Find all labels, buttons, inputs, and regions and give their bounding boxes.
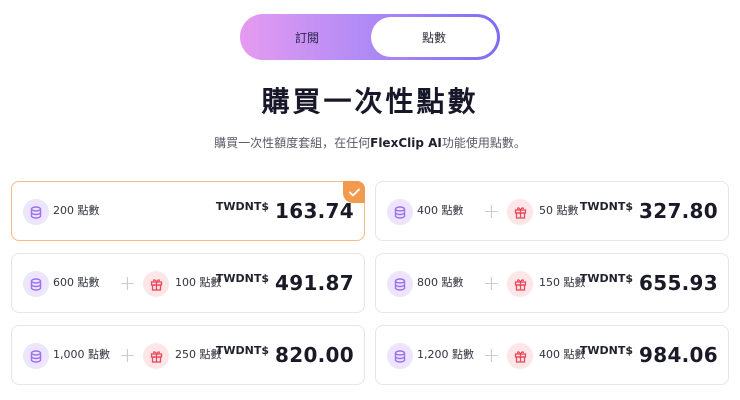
plan-price: TWDNT$ 163.74 bbox=[216, 199, 354, 223]
coin-stack-icon bbox=[387, 199, 413, 225]
plan-card-800[interactable]: 800 點數 + 150 點數 TWDNT$ 655.93 bbox=[375, 253, 729, 313]
currency-label: TWDNT$ bbox=[579, 344, 634, 357]
plan-bonus-points: 150 點數 bbox=[539, 276, 586, 289]
coin-stack-icon bbox=[23, 271, 49, 297]
plus-sign: + bbox=[483, 199, 500, 223]
plus-sign: + bbox=[119, 271, 136, 295]
plan-price: TWDNT$ 820.00 bbox=[216, 343, 354, 367]
coin-stack-icon bbox=[23, 343, 49, 369]
currency-label: TWDNT$ bbox=[579, 200, 634, 213]
check-icon bbox=[348, 188, 360, 196]
subtitle-before: 購買一次性額度套組，在任何 bbox=[214, 136, 371, 150]
currency-label: TWDNT$ bbox=[215, 200, 270, 213]
plan-card-600[interactable]: 600 點數 + 100 點數 TWDNT$ 491.87 bbox=[11, 253, 365, 313]
page-subtitle: 購買一次性額度套組，在任何FlexClip AI功能使用點數。 bbox=[0, 134, 740, 151]
plan-type-toggle: 訂閱 點數 bbox=[240, 14, 500, 60]
plan-price: TWDNT$ 491.87 bbox=[216, 271, 354, 295]
price-amount: 327.80 bbox=[639, 199, 718, 223]
plan-price: TWDNT$ 655.93 bbox=[580, 271, 718, 295]
currency-label: TWDNT$ bbox=[579, 272, 634, 285]
selected-check-badge bbox=[343, 181, 365, 203]
price-amount: 655.93 bbox=[639, 271, 718, 295]
coin-stack-icon bbox=[23, 199, 49, 225]
plan-bonus-points: 400 點數 bbox=[539, 348, 586, 361]
price-amount: 491.87 bbox=[275, 271, 354, 295]
currency-label: TWDNT$ bbox=[215, 272, 270, 285]
plus-sign: + bbox=[119, 343, 136, 367]
plan-price: TWDNT$ 984.06 bbox=[580, 343, 718, 367]
plan-points: 1,000 點數 bbox=[53, 348, 110, 361]
plus-sign: + bbox=[483, 343, 500, 367]
price-amount: 984.06 bbox=[639, 343, 718, 367]
plan-points: 800 點數 bbox=[417, 276, 464, 289]
coin-stack-icon bbox=[387, 343, 413, 369]
plan-card-1200[interactable]: 1,200 點數 + 400 點數 TWDNT$ 984.06 bbox=[375, 325, 729, 385]
plan-points: 600 點數 bbox=[53, 276, 100, 289]
plan-card-1000[interactable]: 1,000 點數 + 250 點數 TWDNT$ 820.00 bbox=[11, 325, 365, 385]
subtitle-brand: FlexClip AI bbox=[370, 136, 442, 150]
tab-points[interactable]: 點數 bbox=[371, 17, 497, 57]
price-amount: 820.00 bbox=[275, 343, 354, 367]
gift-box-icon bbox=[507, 271, 533, 297]
gift-box-icon bbox=[143, 271, 169, 297]
subtitle-after: 功能使用點數。 bbox=[441, 136, 526, 150]
plan-bonus-points: 50 點數 bbox=[539, 204, 579, 217]
plan-bonus-points: 250 點數 bbox=[175, 348, 222, 361]
plan-points: 400 點數 bbox=[417, 204, 464, 217]
plan-points: 1,200 點數 bbox=[417, 348, 474, 361]
tab-subscription[interactable]: 訂閱 bbox=[243, 17, 371, 57]
gift-box-icon bbox=[507, 343, 533, 369]
plan-card-400[interactable]: 400 點數 + 50 點數 TWDNT$ 327.80 bbox=[375, 181, 729, 241]
price-amount: 163.74 bbox=[275, 199, 354, 223]
coin-stack-icon bbox=[387, 271, 413, 297]
plan-price: TWDNT$ 327.80 bbox=[580, 199, 718, 223]
plan-bonus-points: 100 點數 bbox=[175, 276, 222, 289]
plus-sign: + bbox=[483, 271, 500, 295]
gift-box-icon bbox=[143, 343, 169, 369]
page-title: 購買一次性點數 bbox=[261, 85, 479, 118]
plan-points: 200 點數 bbox=[53, 204, 100, 217]
gift-box-icon bbox=[507, 199, 533, 225]
currency-label: TWDNT$ bbox=[215, 344, 270, 357]
plan-card-200[interactable]: 200 點數 TWDNT$ 163.74 bbox=[11, 181, 365, 241]
